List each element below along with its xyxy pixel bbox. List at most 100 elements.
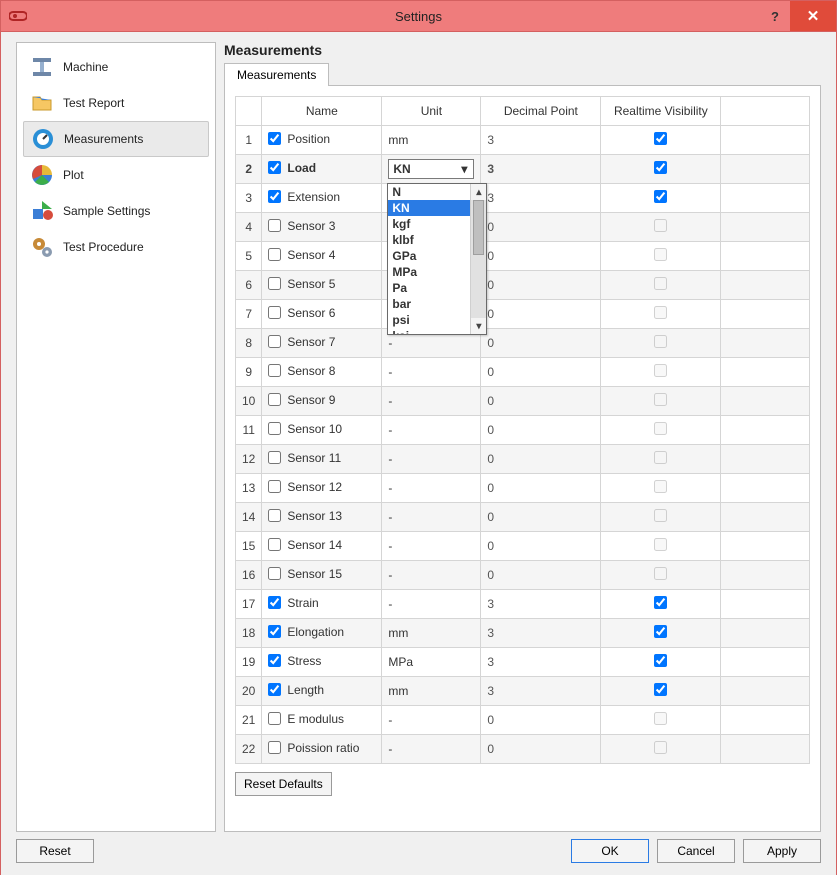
row-enable-checkbox[interactable] — [268, 596, 281, 609]
name-cell[interactable]: Sensor 14 — [262, 532, 382, 561]
reset-defaults-button[interactable]: Reset Defaults — [235, 772, 332, 796]
decimal-point-cell[interactable]: 0 — [481, 416, 601, 445]
table-row[interactable]: 13Sensor 12-0 — [236, 474, 810, 503]
realtime-visibility-cell[interactable] — [601, 271, 721, 300]
realtime-visibility-cell[interactable] — [601, 300, 721, 329]
table-row[interactable]: 19StressMPa3 — [236, 648, 810, 677]
unit-option[interactable]: MPa — [388, 264, 470, 280]
col-rv[interactable]: Realtime Visibility — [601, 97, 721, 126]
realtime-visibility-checkbox[interactable] — [654, 451, 667, 464]
row-enable-checkbox[interactable] — [268, 277, 281, 290]
table-row[interactable]: 15Sensor 14-0 — [236, 532, 810, 561]
realtime-visibility-checkbox[interactable] — [654, 596, 667, 609]
table-row[interactable]: 2LoadKN▾NKNkgfklbfGPaMPaPabarpsiksi▴▾3 — [236, 155, 810, 184]
sidebar-item-measurements[interactable]: Measurements — [23, 121, 209, 157]
name-cell[interactable]: Sensor 15 — [262, 561, 382, 590]
row-enable-checkbox[interactable] — [268, 654, 281, 667]
name-cell[interactable]: Sensor 7 — [262, 329, 382, 358]
scroll-track[interactable] — [471, 200, 486, 318]
decimal-point-cell[interactable]: 0 — [481, 474, 601, 503]
unit-cell[interactable]: - — [382, 532, 481, 561]
sidebar-item-test-report[interactable]: Test Report — [23, 85, 209, 121]
row-enable-checkbox[interactable] — [268, 422, 281, 435]
table-row[interactable]: 5Sensor 40 — [236, 242, 810, 271]
decimal-point-cell[interactable]: 0 — [481, 445, 601, 474]
realtime-visibility-cell[interactable] — [601, 590, 721, 619]
col-unit[interactable]: Unit — [382, 97, 481, 126]
row-enable-checkbox[interactable] — [268, 161, 281, 174]
scroll-up-icon[interactable]: ▴ — [471, 184, 486, 200]
realtime-visibility-checkbox[interactable] — [654, 219, 667, 232]
realtime-visibility-checkbox[interactable] — [654, 480, 667, 493]
name-cell[interactable]: Sensor 12 — [262, 474, 382, 503]
row-enable-checkbox[interactable] — [268, 306, 281, 319]
realtime-visibility-checkbox[interactable] — [654, 712, 667, 725]
row-enable-checkbox[interactable] — [268, 393, 281, 406]
unit-cell[interactable]: - — [382, 387, 481, 416]
decimal-point-cell[interactable]: 3 — [481, 590, 601, 619]
row-enable-checkbox[interactable] — [268, 480, 281, 493]
sidebar-item-test-procedure[interactable]: Test Procedure — [23, 229, 209, 265]
table-row[interactable]: 7Sensor 60 — [236, 300, 810, 329]
unit-cell[interactable]: - — [382, 561, 481, 590]
realtime-visibility-checkbox[interactable] — [654, 306, 667, 319]
row-enable-checkbox[interactable] — [268, 567, 281, 580]
unit-cell[interactable]: - — [382, 358, 481, 387]
col-name[interactable]: Name — [262, 97, 382, 126]
unit-cell[interactable]: - — [382, 474, 481, 503]
unit-cell[interactable]: - — [382, 445, 481, 474]
name-cell[interactable]: Length — [262, 677, 382, 706]
tab-measurements[interactable]: Measurements — [224, 63, 329, 86]
table-row[interactable]: 11Sensor 10-0 — [236, 416, 810, 445]
scroll-down-icon[interactable]: ▾ — [471, 318, 486, 334]
realtime-visibility-checkbox[interactable] — [654, 364, 667, 377]
realtime-visibility-checkbox[interactable] — [654, 625, 667, 638]
realtime-visibility-checkbox[interactable] — [654, 567, 667, 580]
realtime-visibility-checkbox[interactable] — [654, 509, 667, 522]
decimal-point-cell[interactable]: 0 — [481, 735, 601, 764]
realtime-visibility-cell[interactable] — [601, 561, 721, 590]
name-cell[interactable]: Elongation — [262, 619, 382, 648]
row-enable-checkbox[interactable] — [268, 364, 281, 377]
sidebar-item-sample-settings[interactable]: Sample Settings — [23, 193, 209, 229]
name-cell[interactable]: E modulus — [262, 706, 382, 735]
realtime-visibility-cell[interactable] — [601, 532, 721, 561]
realtime-visibility-checkbox[interactable] — [654, 335, 667, 348]
realtime-visibility-cell[interactable] — [601, 213, 721, 242]
row-enable-checkbox[interactable] — [268, 335, 281, 348]
apply-button[interactable]: Apply — [743, 839, 821, 863]
dropdown-scrollbar[interactable]: ▴▾ — [470, 184, 486, 334]
decimal-point-cell[interactable]: 3 — [481, 619, 601, 648]
name-cell[interactable]: Sensor 4 — [262, 242, 382, 271]
realtime-visibility-checkbox[interactable] — [654, 190, 667, 203]
unit-option[interactable]: bar — [388, 296, 470, 312]
help-button[interactable]: ? — [760, 1, 790, 31]
table-row[interactable]: 17Strain-3 — [236, 590, 810, 619]
unit-cell[interactable]: - — [382, 416, 481, 445]
realtime-visibility-cell[interactable] — [601, 503, 721, 532]
realtime-visibility-checkbox[interactable] — [654, 132, 667, 145]
realtime-visibility-cell[interactable] — [601, 416, 721, 445]
row-enable-checkbox[interactable] — [268, 625, 281, 638]
decimal-point-cell[interactable]: 0 — [481, 213, 601, 242]
decimal-point-cell[interactable]: 0 — [481, 706, 601, 735]
close-button[interactable]: ✕ — [790, 1, 836, 31]
reset-button[interactable]: Reset — [16, 839, 94, 863]
name-cell[interactable]: Extension — [262, 184, 382, 213]
decimal-point-cell[interactable]: 0 — [481, 242, 601, 271]
realtime-visibility-checkbox[interactable] — [654, 683, 667, 696]
table-row[interactable]: 22Poission ratio-0 — [236, 735, 810, 764]
realtime-visibility-checkbox[interactable] — [654, 393, 667, 406]
decimal-point-cell[interactable]: 0 — [481, 387, 601, 416]
unit-cell[interactable]: - — [382, 706, 481, 735]
unit-cell[interactable]: - — [382, 590, 481, 619]
realtime-visibility-cell[interactable] — [601, 474, 721, 503]
realtime-visibility-cell[interactable] — [601, 358, 721, 387]
unit-option[interactable]: psi — [388, 312, 470, 328]
name-cell[interactable]: Sensor 10 — [262, 416, 382, 445]
realtime-visibility-checkbox[interactable] — [654, 538, 667, 551]
realtime-visibility-cell[interactable] — [601, 126, 721, 155]
name-cell[interactable]: Load — [262, 155, 382, 184]
name-cell[interactable]: Sensor 8 — [262, 358, 382, 387]
row-enable-checkbox[interactable] — [268, 248, 281, 261]
